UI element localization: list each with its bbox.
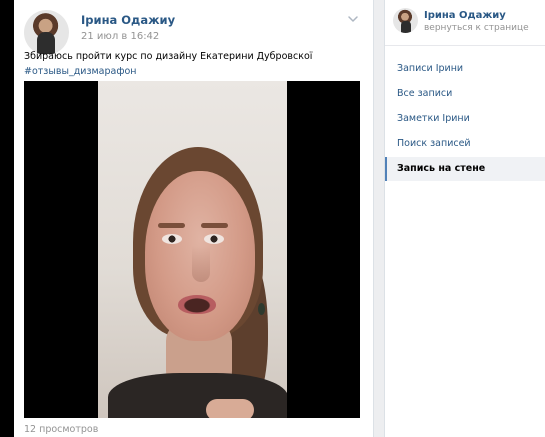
author-avatar[interactable]	[24, 10, 69, 55]
nose	[192, 246, 210, 282]
post-card: Ірина Одажиу 21 июл в 16:42 Збираюсь про…	[14, 0, 374, 437]
video-frame	[98, 81, 287, 418]
post-date[interactable]: 21 июл в 16:42	[81, 31, 159, 42]
sidebar-profile-name[interactable]: Ірина Одажиу	[424, 10, 506, 21]
left-black-strip	[0, 0, 14, 437]
post-hashtag[interactable]: #отзывы_дизмарафон	[24, 66, 137, 77]
sidebar: Ірина Одажиу вернуться к странице Записи…	[384, 0, 545, 437]
shirt	[108, 373, 287, 418]
hand	[206, 399, 254, 418]
sidebar-item-iryna-posts[interactable]: Записи Ірини	[385, 57, 545, 81]
sidebar-item-search-posts[interactable]: Поиск записей	[385, 132, 545, 156]
video-player[interactable]	[24, 81, 360, 418]
right-eye	[204, 234, 224, 244]
post-text: Збираюсь пройти курс по дизайну Екатерин…	[24, 51, 313, 62]
sidebar-item-wall-post[interactable]: Запись на стене	[385, 157, 545, 181]
author-name[interactable]: Ірина Одажиу	[81, 13, 175, 27]
right-eyebrow	[201, 223, 228, 228]
sidebar-back-link[interactable]: вернуться к странице	[424, 23, 529, 33]
earring	[258, 303, 265, 315]
sidebar-item-notes[interactable]: Заметки Ірини	[385, 107, 545, 131]
mouth	[178, 295, 216, 314]
left-eyebrow	[158, 223, 185, 228]
left-eye	[162, 234, 182, 244]
sidebar-avatar[interactable]	[393, 8, 418, 33]
sidebar-nav: Записи Ірини Все записи Заметки Ірини По…	[385, 45, 545, 181]
sidebar-item-all-posts[interactable]: Все записи	[385, 82, 545, 106]
chevron-down-icon[interactable]	[347, 13, 359, 25]
views-count: 12 просмотров	[24, 424, 99, 435]
